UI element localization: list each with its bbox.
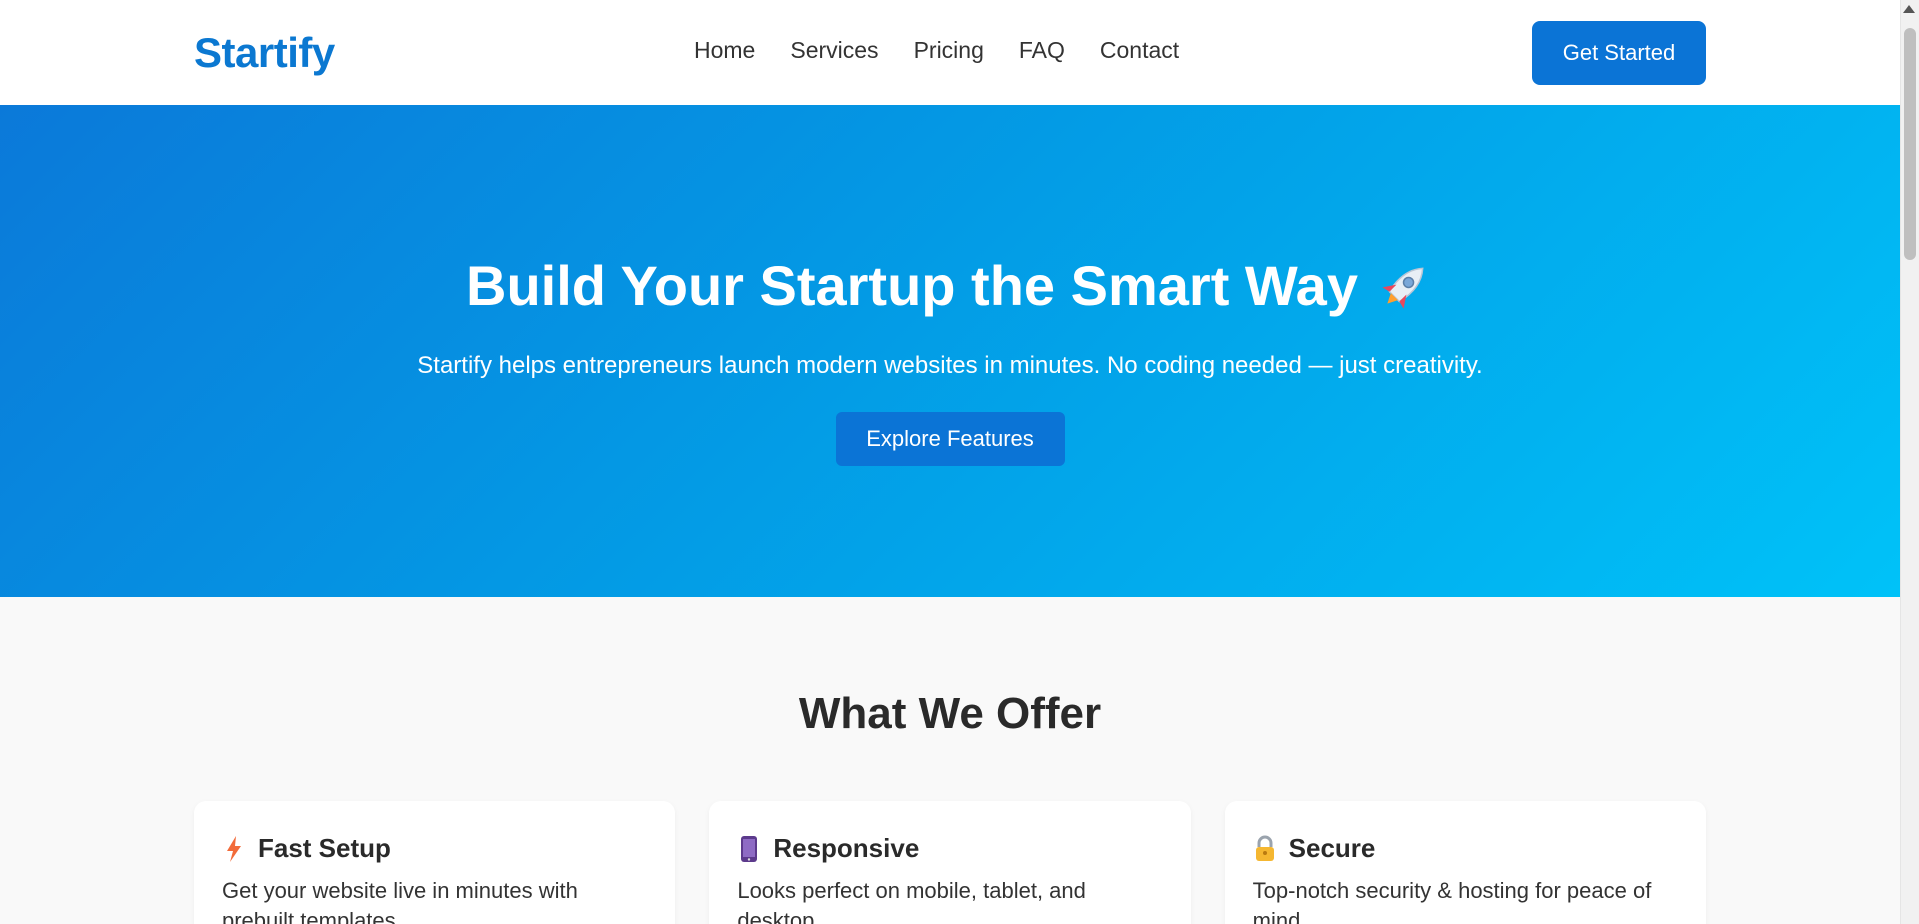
card-description: Looks perfect on mobile, tablet, and des… xyxy=(737,878,1086,924)
card-title-text: Fast Setup xyxy=(258,833,391,863)
hero-subtitle: Startify helps entrepreneurs launch mode… xyxy=(417,352,1483,379)
scrollbar-thumb[interactable] xyxy=(1904,28,1916,260)
feature-card-secure: Secure Top-notch security & hosting for … xyxy=(1224,801,1706,924)
card-title-text: Secure xyxy=(1288,833,1376,863)
offers-title: What We Offer xyxy=(798,689,1102,738)
feature-card-fast-setup: Fast Setup Get your website live in minu… xyxy=(194,801,676,924)
main-nav: Home Services Pricing FAQ Contact xyxy=(694,37,1179,64)
scroll-up-arrow-icon[interactable] xyxy=(1903,5,1915,13)
card-title: Secure xyxy=(1253,833,1678,864)
hero-section: Build Your Startup the Smart Way Startif… xyxy=(0,105,1900,597)
hero-title: Build Your Startup the Smart Way xyxy=(0,253,1900,318)
feature-cards: Fast Setup Get your website live in minu… xyxy=(0,801,1900,924)
mobile-phone-icon xyxy=(737,835,761,863)
lightning-icon xyxy=(222,835,246,863)
page: Startify Home Services Pricing FAQ Conta… xyxy=(0,0,1900,924)
feature-card-responsive: Responsive Looks perfect on mobile, tabl… xyxy=(709,801,1191,924)
offers-section: What We Offer Fast Setup Get your websit… xyxy=(0,597,1900,924)
card-description: Top-notch security & hosting for peace o… xyxy=(1252,878,1652,924)
brand-logo[interactable]: Startify xyxy=(194,29,335,77)
nav-faq[interactable]: FAQ xyxy=(1019,37,1065,64)
nav-home[interactable]: Home xyxy=(694,37,755,64)
card-title: Fast Setup xyxy=(222,833,647,864)
lock-icon xyxy=(1253,835,1277,863)
nav-contact[interactable]: Contact xyxy=(1100,37,1179,64)
nav-pricing[interactable]: Pricing xyxy=(914,37,984,64)
page-scrollbar[interactable] xyxy=(1900,0,1919,924)
get-started-button[interactable]: Get Started xyxy=(1532,20,1706,85)
rocket-icon xyxy=(1376,257,1434,315)
site-header: Startify Home Services Pricing FAQ Conta… xyxy=(0,0,1900,105)
card-description: Get your website live in minutes with pr… xyxy=(222,878,578,924)
card-title: Responsive xyxy=(737,833,1162,864)
explore-features-button[interactable]: Explore Features xyxy=(835,412,1065,466)
nav-services[interactable]: Services xyxy=(790,37,878,64)
card-title-text: Responsive xyxy=(773,833,920,863)
hero-title-text: Build Your Startup the Smart Way xyxy=(466,254,1358,317)
